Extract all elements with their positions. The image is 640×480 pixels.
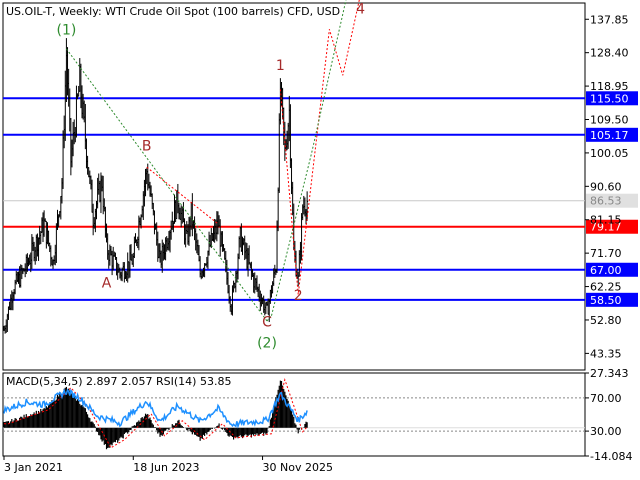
wave-label: 2: [294, 288, 303, 304]
price-axis-tick-label: 90.60: [590, 180, 622, 193]
indicator-axis-tick-label: 27.343: [590, 367, 629, 380]
level-label: 105.17: [590, 129, 629, 142]
indicator-axis: 27.343 70.00 30.00 -14.084: [585, 367, 632, 463]
level-label: 115.50: [590, 92, 629, 105]
chart-window[interactable]: 115.50105.1779.1767.0058.50 (1)BAC(2)124…: [0, 0, 640, 480]
price-axis-tick-label: 100.05: [590, 147, 629, 160]
price-axis-tick-label: 109.50: [590, 113, 629, 126]
indicator-axis-tick-label: -14.084: [590, 450, 632, 463]
level-label: 58.50: [590, 294, 622, 307]
price-axis-tick-label: 43.35: [590, 347, 622, 360]
time-axis-tick-label: 30 Nov 2025: [263, 461, 333, 474]
level-label: 67.00: [590, 264, 622, 277]
time-axis: 3 Jan 2021 18 Jun 2023 30 Nov 2025: [3, 456, 333, 474]
price-axis-tick-label: 71.70: [590, 247, 622, 260]
indicator-axis-tick-label: 70.00: [590, 392, 622, 405]
price-axis-tick-label: 118.95: [590, 80, 629, 93]
indicator-label: MACD(5,34,5) 2.897 2.057 RSI(14) 53.85: [6, 375, 231, 388]
wave-label: (2): [257, 336, 277, 352]
wave-label: (1): [56, 23, 76, 39]
time-axis-tick-label: 18 Jun 2023: [133, 461, 199, 474]
price-axis-tick-label: 81.15: [590, 214, 622, 227]
wave-label: A: [102, 275, 112, 291]
current-price-label: 86.53: [590, 195, 622, 208]
wave-label: C: [262, 314, 272, 330]
wave-label: B: [142, 138, 152, 154]
wave-label: 1: [276, 58, 285, 74]
price-axis-tick-label: 137.85: [590, 13, 629, 26]
price-axis: 137.85 128.40 118.95 109.50 100.05 90.60 81.15…: [585, 13, 638, 360]
price-axis-tick-label: 52.80: [590, 314, 622, 327]
wave-label: 4: [356, 1, 365, 17]
chart-title: US.OIL-T, Weekly: WTI Crude Oil Spot (10…: [6, 5, 340, 18]
indicator-axis-tick-label: 30.00: [590, 425, 622, 438]
price-axis-tick-label: 128.40: [590, 47, 629, 60]
price-panel: [2, 2, 586, 371]
price-axis-tick-label: 62.25: [590, 281, 622, 294]
time-axis-tick-label: 3 Jan 2021: [4, 461, 63, 474]
